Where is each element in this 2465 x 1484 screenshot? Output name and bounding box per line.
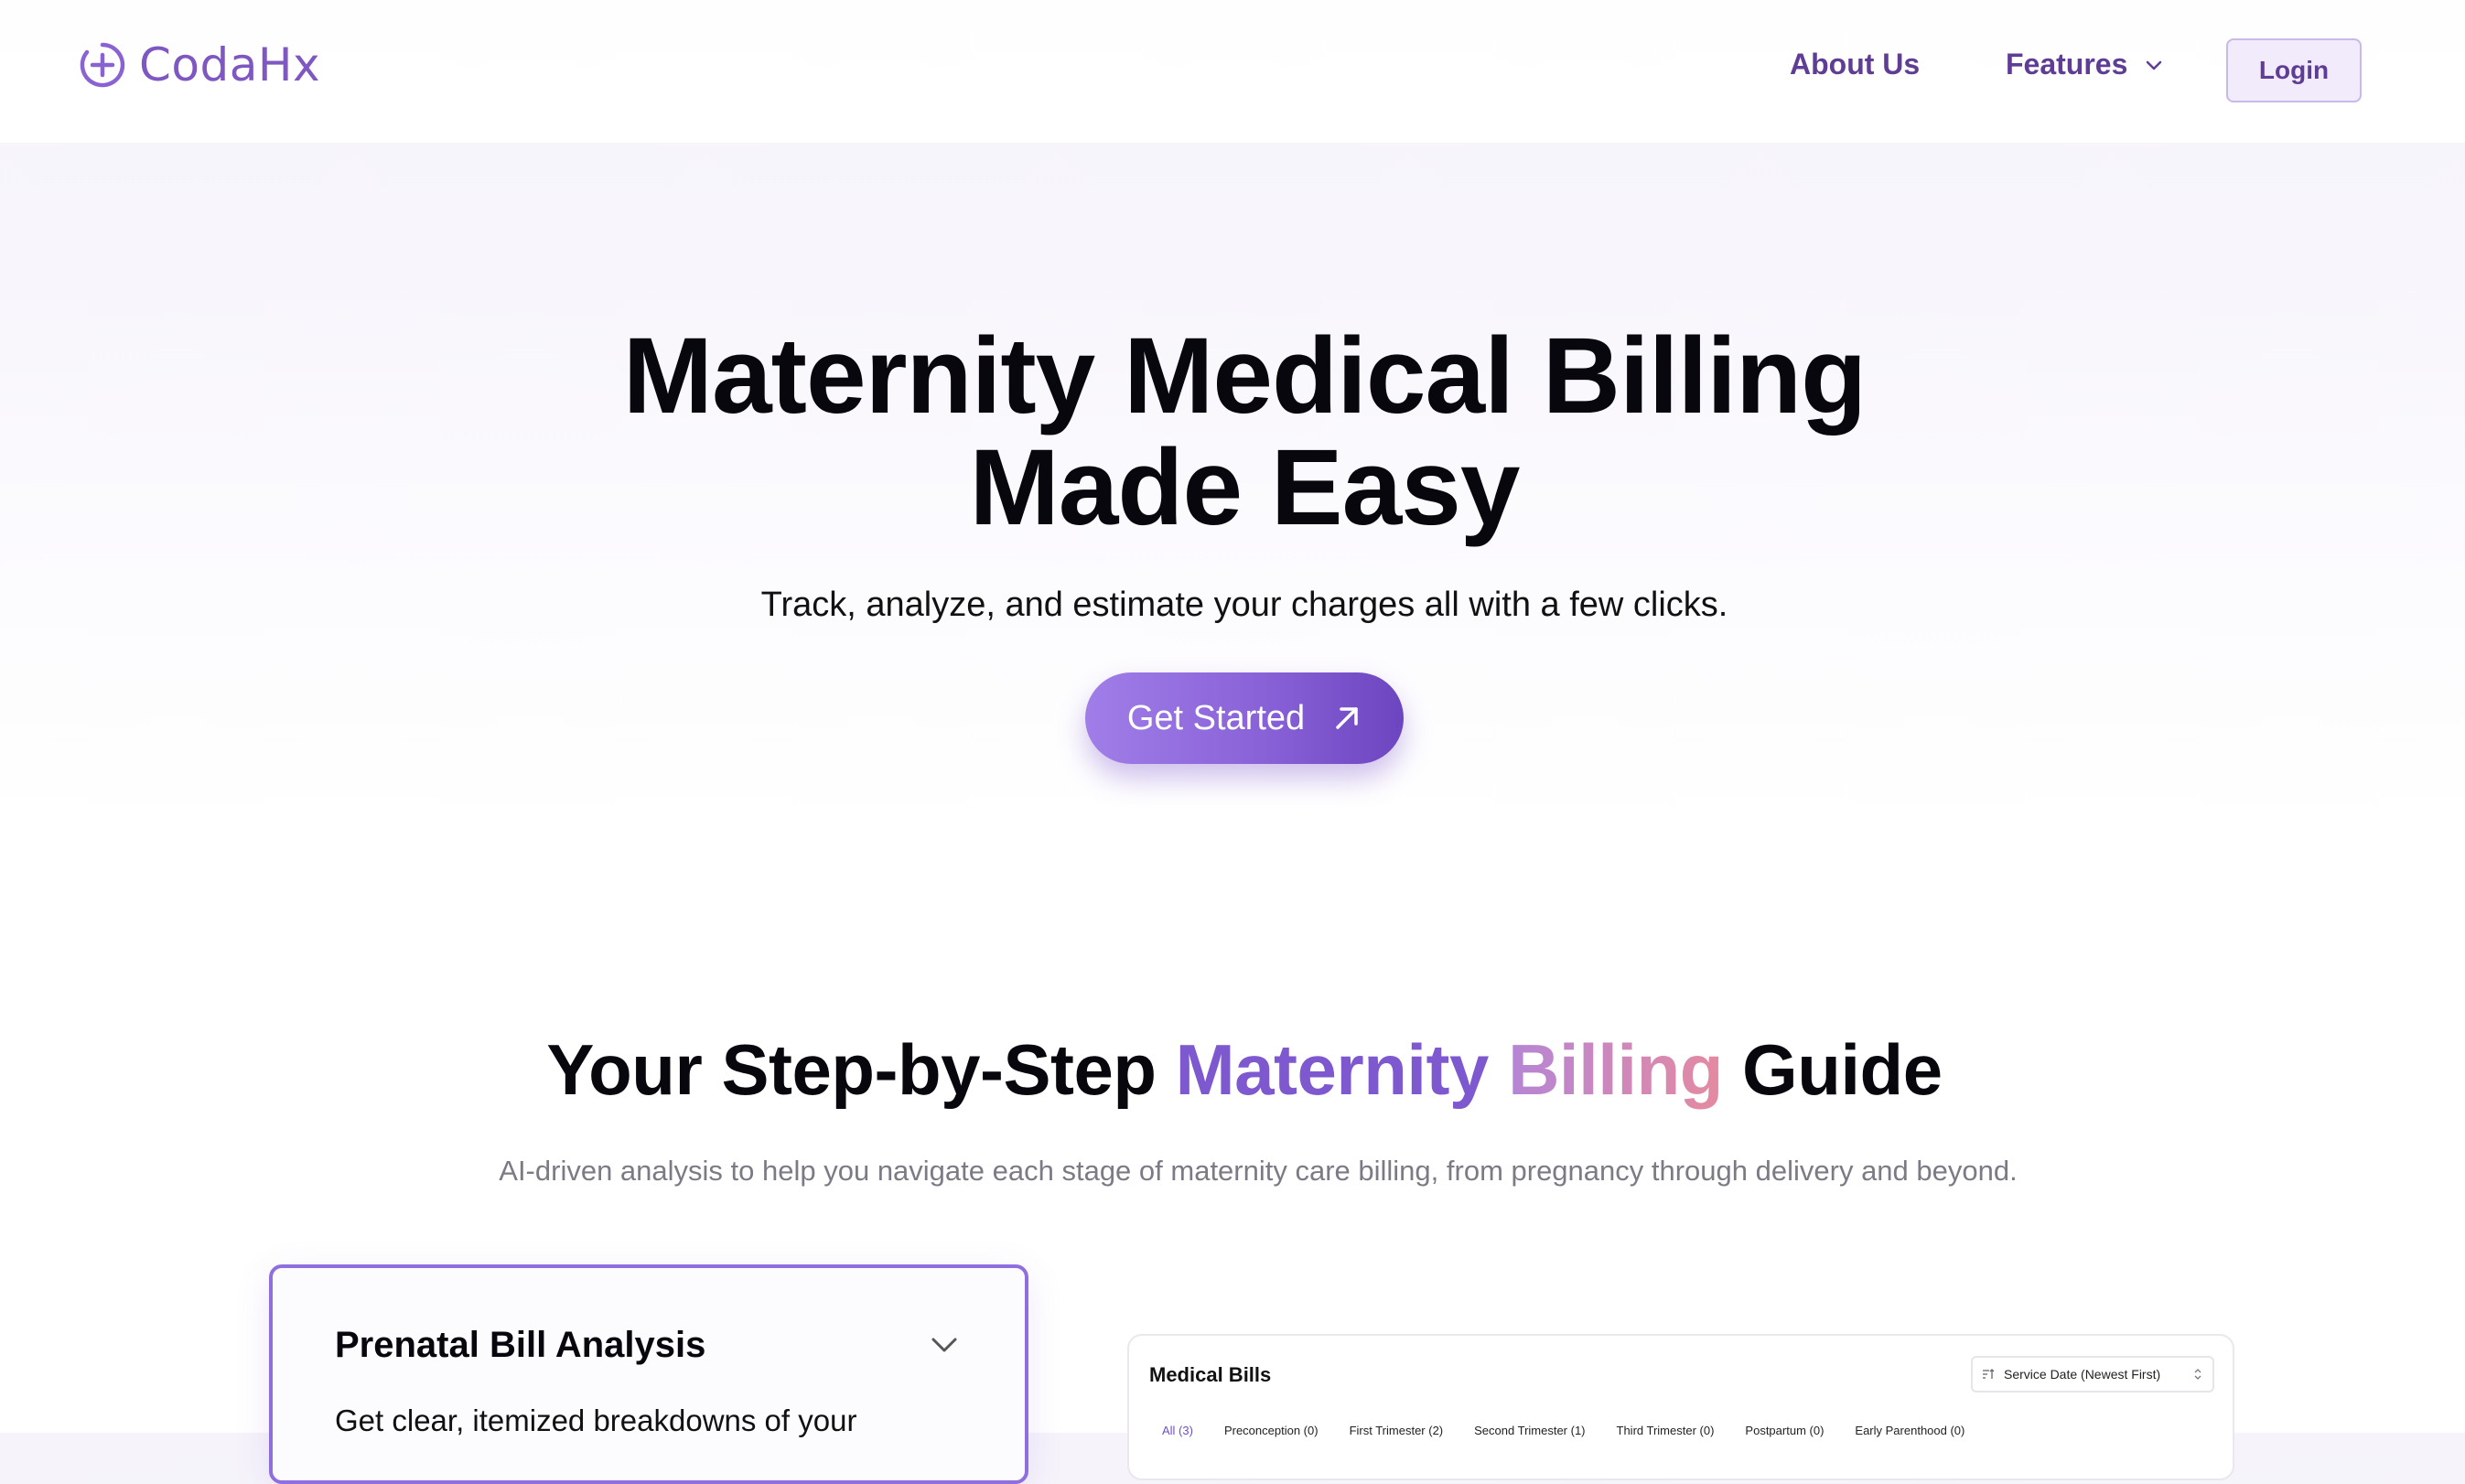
top-nav: CodaHx About Us Features Login [0, 0, 2465, 143]
nav-features-dropdown[interactable]: Features [2006, 48, 2164, 81]
login-button[interactable]: Login [2226, 38, 2362, 102]
get-started-label: Get Started [1126, 698, 1306, 737]
guide-subtitle: AI-driven analysis to help you navigate … [499, 1155, 2018, 1187]
feature-card-prenatal[interactable]: Prenatal Bill Analysis Get clear, itemiz… [269, 1264, 1028, 1484]
tab-preconception[interactable]: Preconception (0) [1224, 1424, 1319, 1437]
medical-bills-preview: Medical Bills Service Date (Newest First… [1127, 1334, 2234, 1480]
hero-title-line1: Maternity Medical Billing [622, 316, 1867, 436]
tab-all[interactable]: All (3) [1162, 1424, 1193, 1437]
nav-about-us[interactable]: About Us [1790, 48, 1920, 81]
tab-second-trimester[interactable]: Second Trimester (1) [1474, 1424, 1585, 1437]
guide-title-part1: Your Step-by-Step [546, 1029, 1176, 1110]
nav-features-label: Features [2006, 48, 2128, 81]
tab-early-parenthood[interactable]: Early Parenthood (0) [1855, 1424, 1964, 1437]
plus-circle-icon [80, 42, 125, 88]
tab-first-trimester[interactable]: First Trimester (2) [1350, 1424, 1444, 1437]
hero-subtitle: Track, analyze, and estimate your charge… [760, 586, 1728, 624]
updown-chevron-icon [2194, 1369, 2201, 1380]
guide-title-part2: Guide [1722, 1029, 1943, 1110]
feature-card-body: Get clear, itemized breakdowns of your [335, 1403, 857, 1437]
guide-title-space [1489, 1029, 1508, 1110]
preview-title: Medical Bills [1149, 1363, 1272, 1386]
stage-tabs: All (3) Preconception (0) First Trimeste… [1162, 1424, 1964, 1437]
tab-postpartum[interactable]: Postpartum (0) [1745, 1424, 1824, 1437]
feature-card-title: Prenatal Bill Analysis [335, 1325, 706, 1365]
logo-text: CodaHx [139, 38, 321, 91]
sort-select[interactable]: Service Date (Newest First) [1971, 1356, 2214, 1393]
get-started-button[interactable]: Get Started [1085, 672, 1404, 764]
tab-third-trimester[interactable]: Third Trimester (0) [1617, 1424, 1715, 1437]
guide-title-highlight-maternity: Maternity [1175, 1029, 1490, 1110]
hero-title-line2: Made Easy [969, 427, 1521, 548]
logo-link[interactable]: CodaHx [79, 38, 320, 91]
chevron-down-icon [2147, 60, 2162, 70]
guide-title-highlight-billing: Billing [1508, 1029, 1723, 1110]
chevron-down-icon[interactable] [928, 1328, 961, 1361]
guide-title: Your Step-by-Step Maternity Billing Guid… [0, 1028, 2465, 1112]
arrow-up-right-icon [1336, 707, 1358, 729]
sort-icon [1983, 1369, 1995, 1379]
hero-title: Maternity Medical Billing Made Easy [0, 320, 2465, 543]
sort-select-value: Service Date (Newest First) [2004, 1367, 2161, 1382]
